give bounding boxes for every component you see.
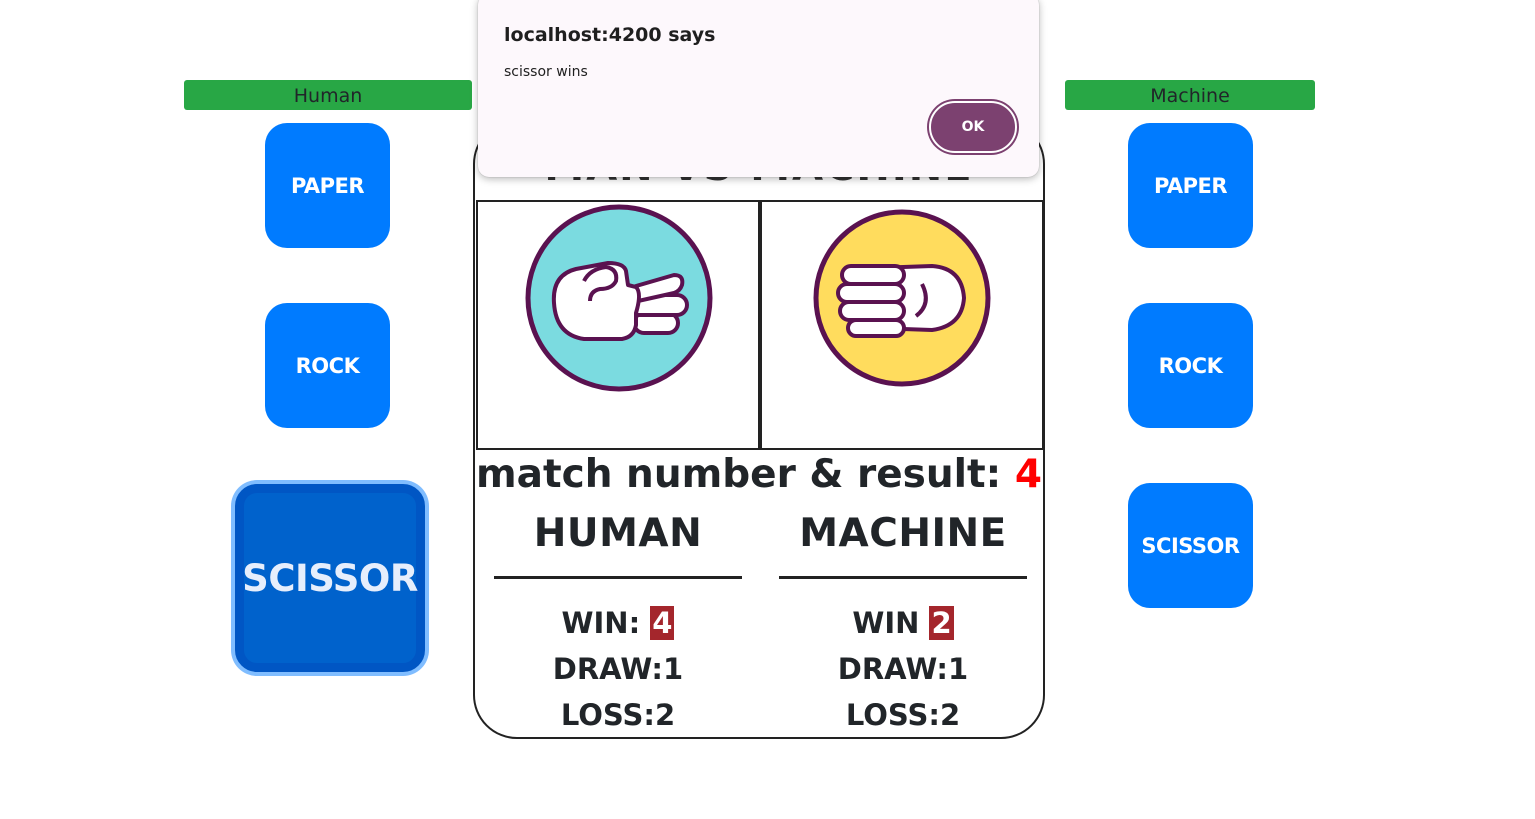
human-win-value: 4 [650, 606, 675, 640]
scoreboard: MAN VS MACHINE ma [473, 120, 1045, 739]
machine-draw: DRAW:1 [837, 652, 969, 686]
match-label: match number & result: [476, 452, 1002, 497]
human-hand-cell [476, 200, 760, 450]
human-draw: DRAW:1 [552, 652, 684, 686]
dialog-message: scissor wins [504, 64, 588, 80]
ok-button[interactable]: OK [929, 101, 1017, 153]
dialog-title: localhost:4200 says [504, 24, 716, 46]
machine-paper-button[interactable]: PAPER [1128, 123, 1253, 248]
machine-win-value: 2 [929, 606, 954, 640]
human-label: Human [184, 80, 472, 110]
scissors-hand-icon [525, 204, 713, 392]
match-number: 4 [1014, 452, 1042, 497]
machine-loss: LOSS:2 [845, 698, 961, 732]
machine-scissor-button[interactable]: SCISSOR [1128, 483, 1253, 608]
machine-win-label: WIN [852, 606, 930, 640]
human-win: WIN: 4 [494, 600, 742, 646]
human-stats: HUMAN WIN: 4 DRAW:1 LOSS:2 [494, 508, 742, 737]
paper-hand-icon [813, 209, 991, 387]
machine-rock-button[interactable]: ROCK [1128, 303, 1253, 428]
match-result: match number & result: 4 [475, 452, 1043, 497]
human-heading: HUMAN [494, 508, 742, 579]
machine-stats: MACHINE WIN 2 DRAW:1 LOSS:2 [779, 508, 1027, 737]
machine-label: Machine [1065, 80, 1315, 110]
alert-dialog: localhost:4200 says scissor wins OK [478, 0, 1039, 177]
human-scissor-button[interactable]: SCISSOR [235, 484, 425, 672]
machine-heading: MACHINE [779, 508, 1027, 579]
human-loss: LOSS:2 [560, 698, 676, 732]
machine-hand-cell [760, 200, 1043, 450]
machine-win: WIN 2 [779, 600, 1027, 646]
human-win-label: WIN: [561, 606, 651, 640]
human-rock-button[interactable]: ROCK [265, 303, 390, 428]
human-paper-button[interactable]: PAPER [265, 123, 390, 248]
